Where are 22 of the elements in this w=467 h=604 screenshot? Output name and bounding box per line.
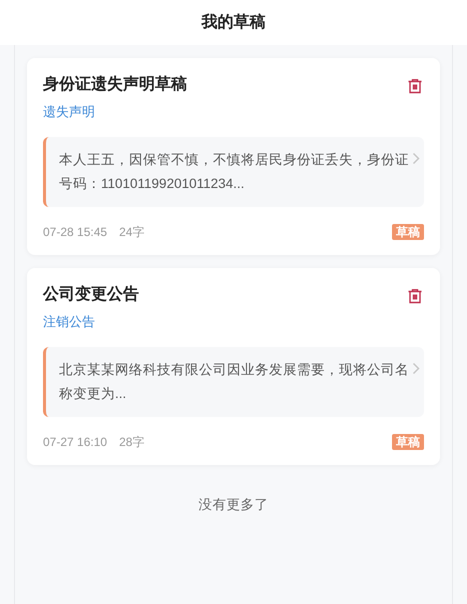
chevron-right-icon xyxy=(412,362,420,375)
page-title: 我的草稿 xyxy=(202,12,266,32)
chevron-right-icon xyxy=(412,152,420,165)
draft-card[interactable]: 身份证遗失声明草稿 遗失声明 本人王五，因保管不慎，不慎将居民身份证丢失，身份证号码：110101199201011234... 07-28 15:45 24字 草稿 xyxy=(27,58,440,255)
status-tag: 草稿 xyxy=(392,434,424,450)
excerpt-panel[interactable]: 北京某某网络科技有限公司因业务发展需要，现将公司名称变更为... xyxy=(43,347,424,417)
excerpt-text: 北京某某网络科技有限公司因业务发展需要，现将公司名称变更为... xyxy=(59,361,410,403)
status-tag: 草稿 xyxy=(392,224,424,240)
draft-time: 07-27 16:10 xyxy=(43,434,108,451)
word-count: 24字 xyxy=(119,224,144,241)
category-label: 遗失声明 xyxy=(43,104,95,119)
end-of-list-text: 没有更多了 xyxy=(198,497,268,512)
draft-title: 公司变更公告 xyxy=(43,284,139,305)
category-label: 注销公告 xyxy=(43,314,95,329)
trash-icon[interactable] xyxy=(407,78,423,94)
excerpt-panel[interactable]: 本人王五，因保管不慎，不慎将居民身份证丢失，身份证号码：110101199201011234... xyxy=(43,137,424,207)
draft-time: 07-28 15:45 xyxy=(43,224,108,241)
excerpt-text: 本人王五，因保管不慎，不慎将居民身份证丢失，身份证号码：110101199201011234... xyxy=(59,151,410,193)
word-count: 28字 xyxy=(119,434,144,451)
trash-icon[interactable] xyxy=(407,288,423,304)
draft-card[interactable]: 公司变更公告 注销公告 北京某某网络科技有限公司因业务发展需要，现将公司名称变更为... 07-27 16:10 28字 草稿 xyxy=(27,268,440,465)
draft-title: 身份证遗失声明草稿 xyxy=(43,74,187,95)
